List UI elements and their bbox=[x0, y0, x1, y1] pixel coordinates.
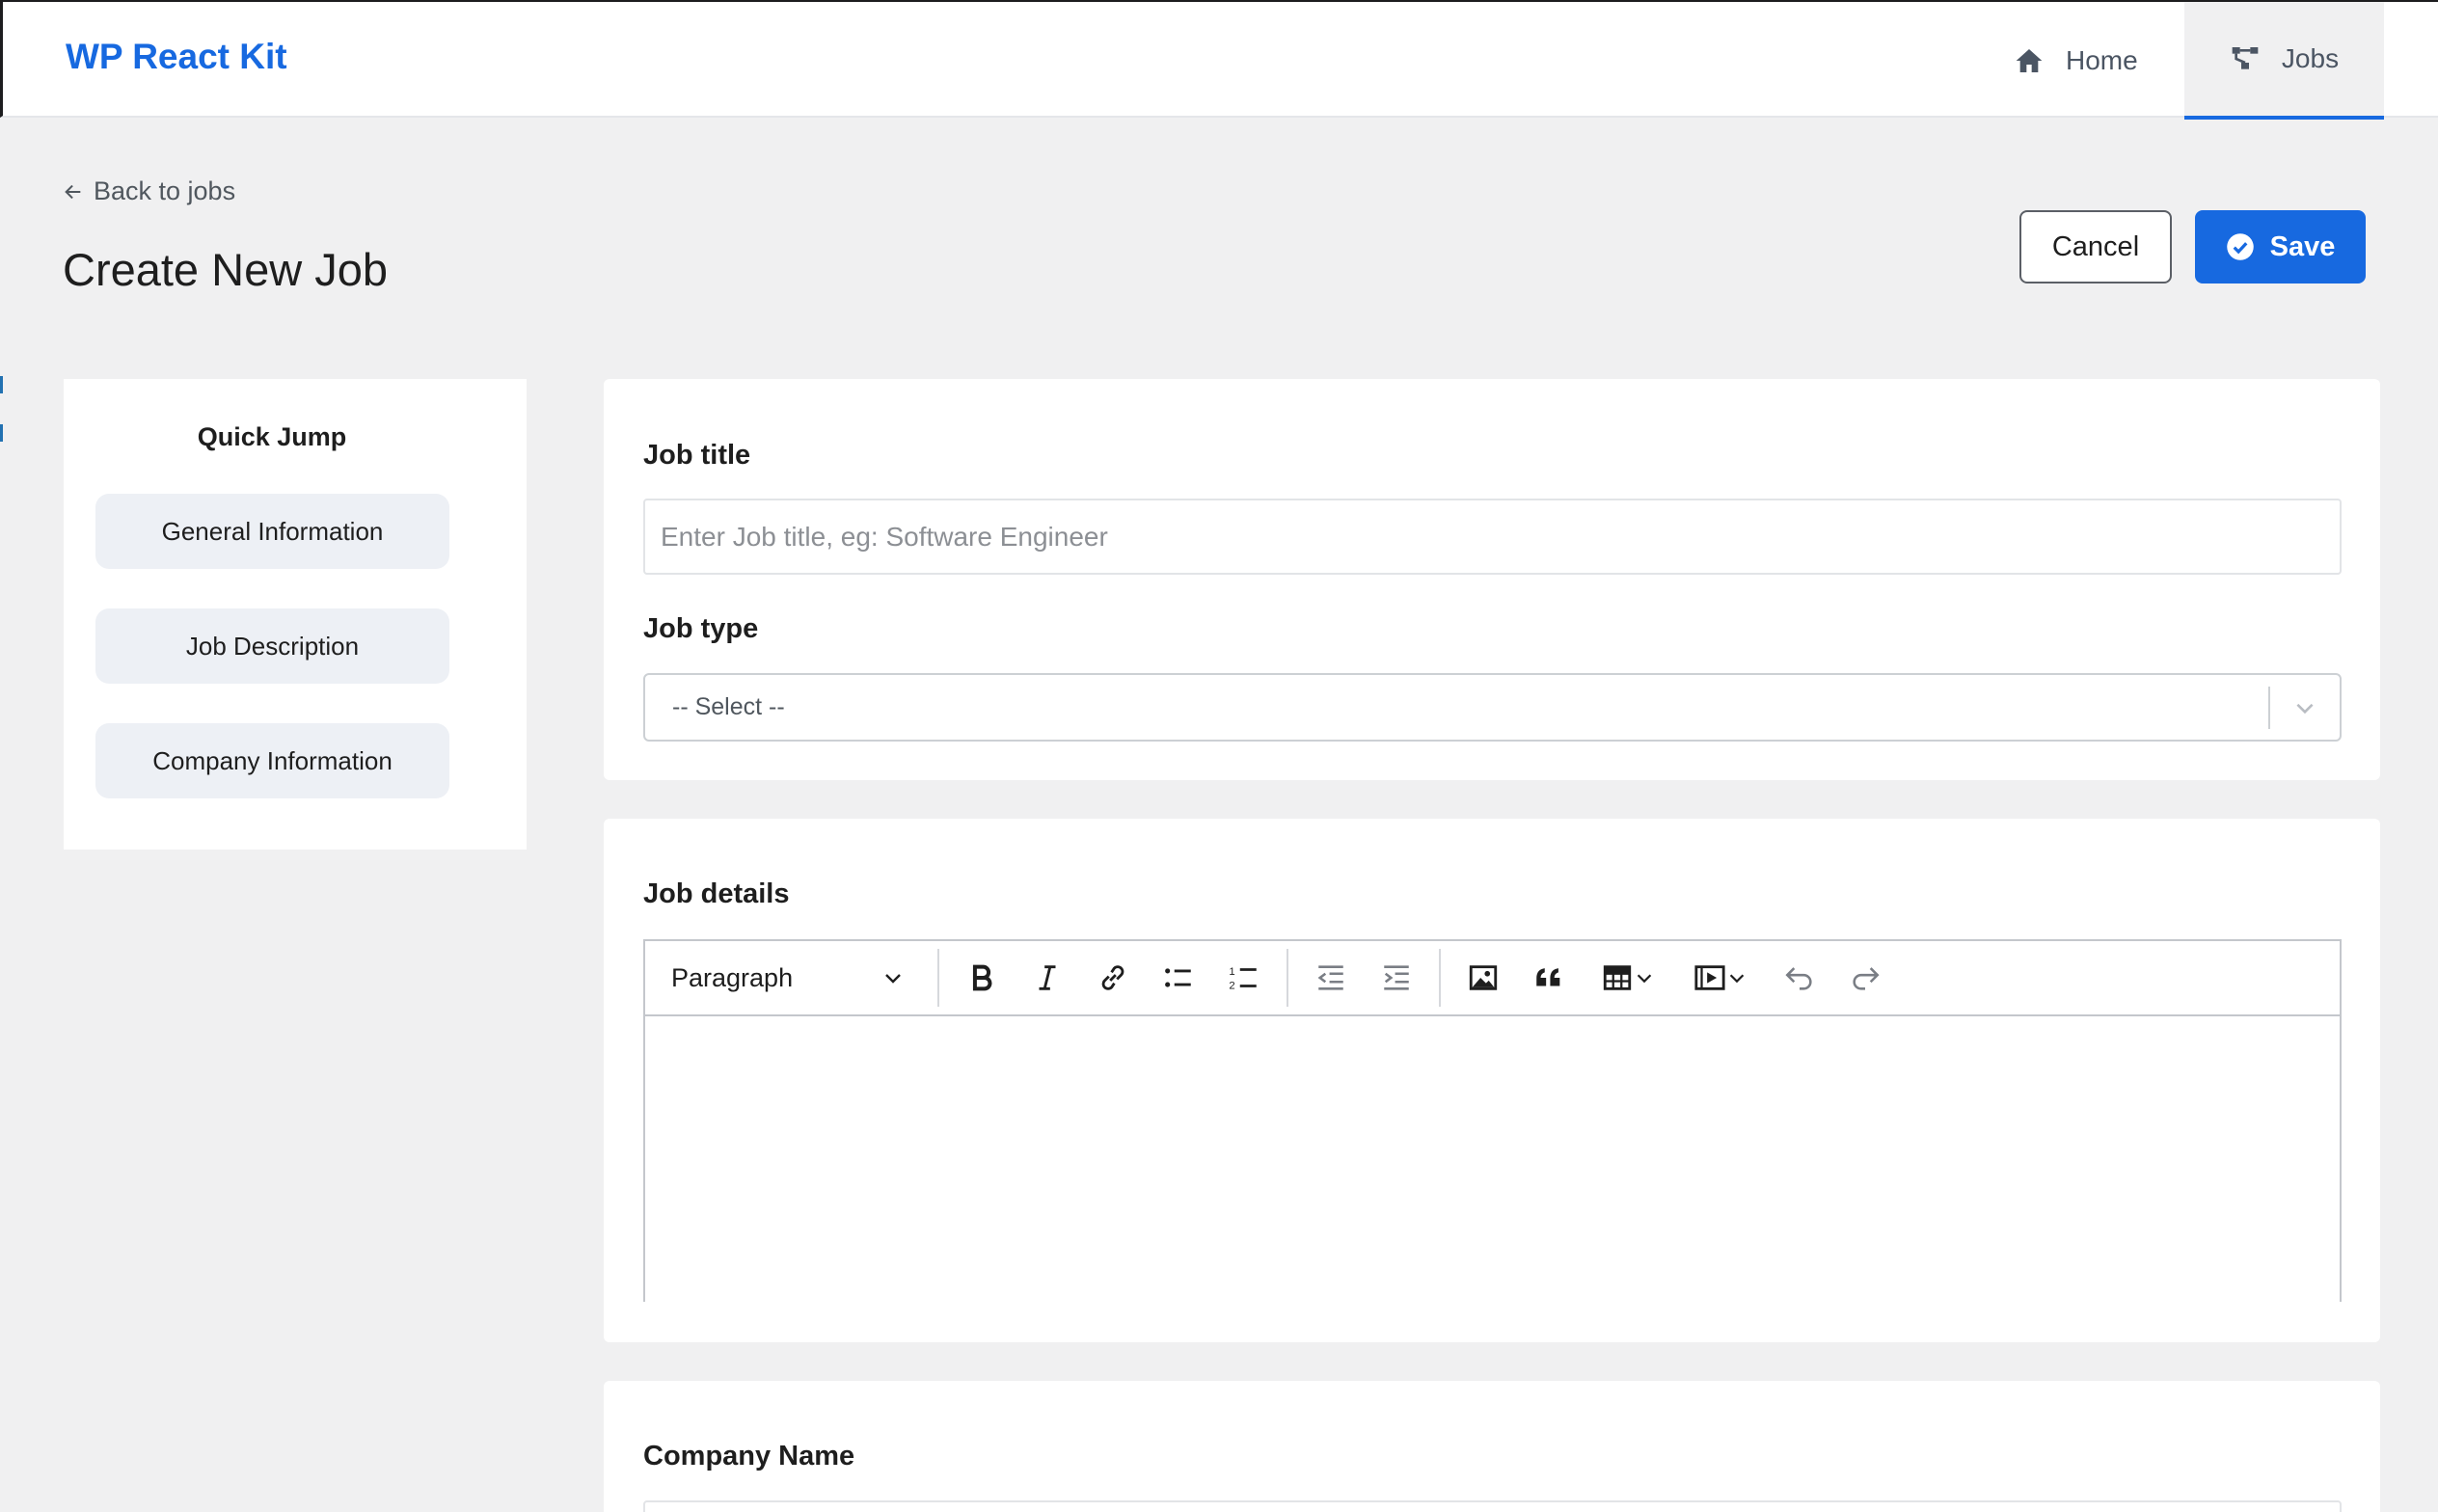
undo-icon[interactable] bbox=[1767, 949, 1832, 1007]
chevron-down-icon[interactable] bbox=[2270, 695, 2340, 720]
job-type-label: Job type bbox=[643, 613, 759, 644]
job-type-select[interactable]: -- Select -- bbox=[643, 673, 2342, 742]
job-description-card: Job details Paragraph 12 bbox=[604, 819, 2380, 1342]
rich-text-editor: Paragraph 12 bbox=[643, 939, 2342, 1302]
check-circle-icon bbox=[2226, 233, 2254, 260]
back-to-jobs-link[interactable]: Back to jobs bbox=[63, 176, 235, 206]
brand-logo[interactable]: WP React Kit bbox=[66, 37, 287, 77]
save-button-label: Save bbox=[2269, 230, 2336, 262]
outdent-icon[interactable] bbox=[1298, 949, 1364, 1007]
toolbar-separator bbox=[1287, 949, 1288, 1007]
redo-icon[interactable] bbox=[1832, 949, 1898, 1007]
italic-icon[interactable] bbox=[1015, 949, 1080, 1007]
block-format-value: Paragraph bbox=[671, 962, 794, 992]
quick-jump-general-information[interactable]: General Information bbox=[95, 494, 449, 569]
indent-icon[interactable] bbox=[1364, 949, 1429, 1007]
quick-jump-panel: Quick Jump General Information Job Descr… bbox=[64, 379, 527, 850]
job-title-label: Job title bbox=[643, 440, 751, 471]
numbered-list-icon[interactable]: 12 bbox=[1211, 949, 1277, 1007]
job-type-selected-value: -- Select -- bbox=[672, 693, 785, 720]
company-information-card: Company Name bbox=[604, 1381, 2380, 1512]
block-format-dropdown[interactable]: Paragraph bbox=[645, 949, 928, 1007]
company-name-input[interactable] bbox=[643, 1500, 2342, 1512]
svg-text:1: 1 bbox=[1229, 966, 1234, 978]
bold-icon[interactable] bbox=[949, 949, 1015, 1007]
general-information-card: Job title Job type -- Select -- bbox=[604, 379, 2380, 780]
quick-jump-company-information[interactable]: Company Information bbox=[95, 723, 449, 798]
company-name-label: Company Name bbox=[643, 1441, 855, 1472]
nav-item-label: Home bbox=[2066, 45, 2138, 75]
quick-jump-title: Quick Jump bbox=[197, 422, 347, 451]
save-button[interactable]: Save bbox=[2195, 210, 2366, 284]
home-icon bbox=[2016, 49, 2043, 72]
arrow-left-icon bbox=[65, 184, 81, 199]
edge-marker bbox=[0, 424, 3, 442]
edge-marker bbox=[0, 376, 3, 393]
quick-jump-job-description[interactable]: Job Description bbox=[95, 608, 449, 684]
bulleted-list-icon[interactable] bbox=[1146, 949, 1211, 1007]
editor-toolbar: Paragraph 12 bbox=[645, 941, 2340, 1016]
nav-item-home[interactable]: Home bbox=[2014, 2, 2138, 120]
editor-content-area[interactable] bbox=[645, 1016, 2340, 1302]
top-navbar: WP React Kit Home Jobs bbox=[0, 0, 2438, 120]
jobs-icon bbox=[2232, 47, 2259, 69]
job-details-label: Job details bbox=[643, 878, 790, 909]
image-icon[interactable] bbox=[1450, 949, 1516, 1007]
back-link-label: Back to jobs bbox=[94, 176, 236, 205]
nav-item-label: Jobs bbox=[2281, 43, 2340, 73]
page-title: Create New Job bbox=[63, 244, 388, 295]
job-title-input[interactable] bbox=[643, 499, 2342, 575]
media-icon[interactable] bbox=[1674, 949, 1767, 1007]
cancel-button[interactable]: Cancel bbox=[2019, 210, 2172, 284]
chevron-down-icon bbox=[1637, 974, 1652, 984]
link-icon[interactable] bbox=[1080, 949, 1146, 1007]
nav-item-jobs[interactable]: Jobs bbox=[2184, 2, 2384, 120]
chevron-down-icon bbox=[885, 974, 901, 984]
toolbar-separator bbox=[937, 949, 939, 1007]
chevron-down-icon bbox=[1729, 974, 1745, 984]
toolbar-separator bbox=[1439, 949, 1441, 1007]
svg-text:2: 2 bbox=[1229, 980, 1234, 991]
quote-icon[interactable] bbox=[1516, 949, 1582, 1007]
table-icon[interactable] bbox=[1582, 949, 1674, 1007]
